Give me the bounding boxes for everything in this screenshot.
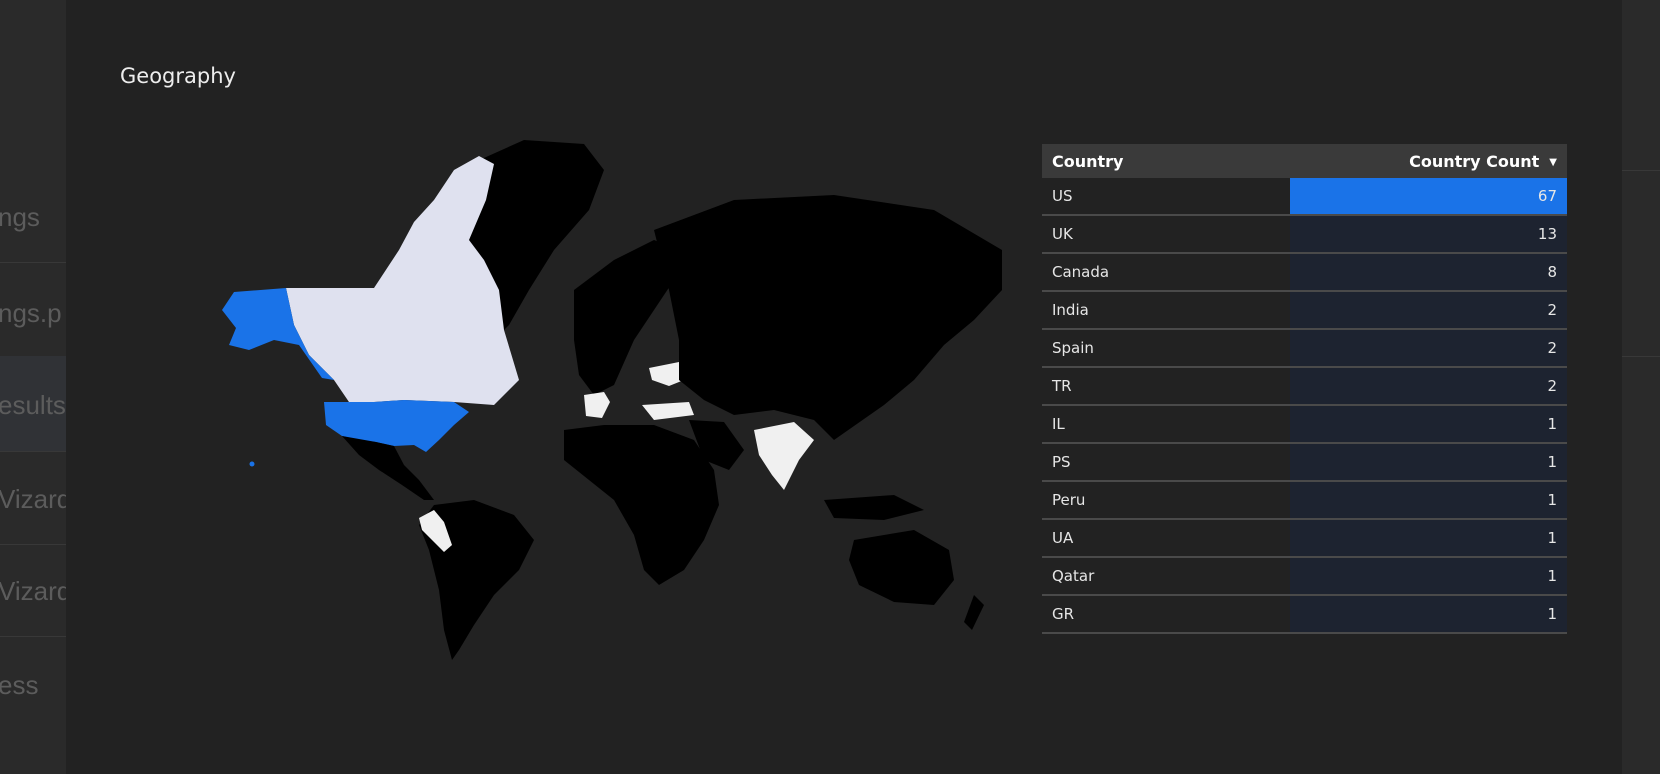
country-count-cell: 2 <box>1290 291 1567 330</box>
count-value: 1 <box>1547 567 1557 585</box>
table-row[interactable]: Qatar 1 <box>1042 557 1567 596</box>
count-value: 2 <box>1547 377 1557 395</box>
table-row[interactable]: TR 2 <box>1042 367 1567 406</box>
country-count-cell: 1 <box>1290 595 1567 634</box>
table-row[interactable]: PS 1 <box>1042 443 1567 482</box>
country-count-cell: 67 <box>1290 178 1567 216</box>
country-count-column-header[interactable]: Country Count ▼ <box>1290 144 1567 178</box>
country-cell: Qatar <box>1042 557 1290 596</box>
map-region-new-zealand[interactable] <box>964 595 984 630</box>
country-cell: UA <box>1042 519 1290 558</box>
country-cell: Spain <box>1042 329 1290 368</box>
country-count-cell: 1 <box>1290 557 1567 596</box>
country-cell: UK <box>1042 215 1290 254</box>
country-count-cell: 1 <box>1290 519 1567 558</box>
table-row[interactable]: Canada 8 <box>1042 253 1567 292</box>
table-row[interactable]: UA 1 <box>1042 519 1567 558</box>
panel-title: Geography <box>120 64 236 88</box>
country-count-cell: 1 <box>1290 443 1567 482</box>
table-row[interactable]: India 2 <box>1042 291 1567 330</box>
map-region-hawaii[interactable] <box>249 461 255 467</box>
country-count-cell: 1 <box>1290 481 1567 520</box>
background-item: Vizard <box>0 576 72 606</box>
count-value: 1 <box>1547 453 1557 471</box>
sort-descending-icon: ▼ <box>1549 156 1557 168</box>
count-value: 2 <box>1547 301 1557 319</box>
table-row[interactable]: Spain 2 <box>1042 329 1567 368</box>
country-cell: Canada <box>1042 253 1290 292</box>
table-header-row: Country Country Count ▼ <box>1042 144 1567 178</box>
table-row[interactable]: US 67 <box>1042 178 1567 216</box>
country-column-header[interactable]: Country <box>1042 144 1290 178</box>
background-item: ngs <box>0 202 40 232</box>
map-region-australia[interactable] <box>849 530 954 605</box>
country-cell: TR <box>1042 367 1290 406</box>
country-count-header-label: Country Count <box>1409 151 1540 171</box>
count-value: 8 <box>1547 263 1557 281</box>
country-cell: IL <box>1042 405 1290 444</box>
background-item: ngs.p <box>0 298 62 328</box>
map-region-india[interactable] <box>754 422 814 490</box>
count-value: 13 <box>1537 225 1557 243</box>
map-region-indonesia[interactable] <box>824 495 924 520</box>
map-region-spain[interactable] <box>584 392 610 418</box>
count-value: 2 <box>1547 339 1557 357</box>
country-count-cell: 8 <box>1290 253 1567 292</box>
country-cell: PS <box>1042 443 1290 482</box>
map-region-africa[interactable] <box>564 425 719 585</box>
count-value: 1 <box>1547 529 1557 547</box>
world-map-svg <box>222 140 1002 660</box>
table-row[interactable]: GR 1 <box>1042 595 1567 634</box>
count-value: 67 <box>1537 187 1557 205</box>
map-region-turkey[interactable] <box>642 402 694 420</box>
count-bar <box>1290 178 1567 214</box>
country-cell: US <box>1042 178 1290 216</box>
country-count-cell: 13 <box>1290 215 1567 254</box>
background-divider <box>0 544 70 545</box>
background-divider <box>0 451 70 452</box>
background-item: Vizard <box>0 484 72 514</box>
country-count-cell: 1 <box>1290 405 1567 444</box>
map-region-usa[interactable] <box>324 400 469 452</box>
country-count-cell: 2 <box>1290 367 1567 406</box>
table-body: US 67 UK 13 Canada 8 India 2 Spain 2 TR 2 IL 1 PS 1 Peru… <box>1042 178 1567 634</box>
background-divider <box>0 262 70 263</box>
world-map[interactable] <box>134 140 1002 696</box>
country-cell: Peru <box>1042 481 1290 520</box>
table-row[interactable]: UK 13 <box>1042 215 1567 254</box>
background-divider <box>1620 356 1660 357</box>
background-item: ess <box>0 670 39 700</box>
count-value: 1 <box>1547 491 1557 509</box>
geography-panel: Geography Country Country Count ▼ US 67 … <box>66 0 1622 774</box>
country-cell: India <box>1042 291 1290 330</box>
count-value: 1 <box>1547 605 1557 623</box>
table-row[interactable]: Peru 1 <box>1042 481 1567 520</box>
background-divider <box>1620 170 1660 171</box>
country-table: Country Country Count ▼ US 67 UK 13 Canada 8 In… <box>1042 144 1567 634</box>
background-divider <box>0 636 70 637</box>
table-row[interactable]: IL 1 <box>1042 405 1567 444</box>
country-count-cell: 2 <box>1290 329 1567 368</box>
count-value: 1 <box>1547 415 1557 433</box>
map-region-asia[interactable] <box>654 195 1002 440</box>
country-cell: GR <box>1042 595 1290 634</box>
background-item: esults <box>0 390 66 420</box>
